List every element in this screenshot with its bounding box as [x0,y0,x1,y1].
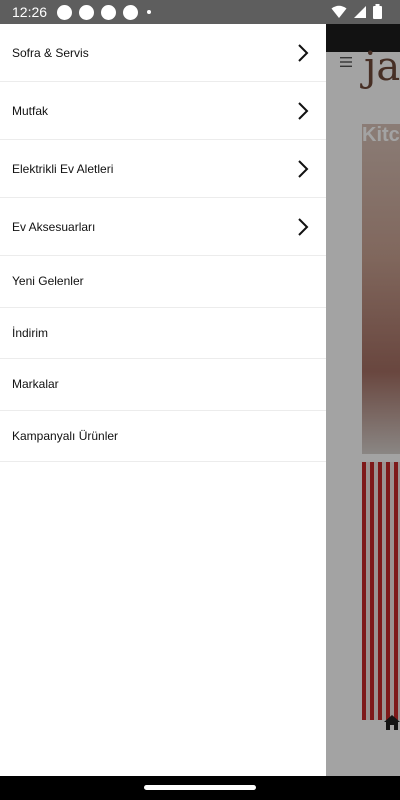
gesture-handle[interactable] [144,785,256,790]
menu-item-elektrikli-ev-aletleri[interactable]: Elektrikli Ev Aletleri [0,140,326,198]
wifi-icon [331,5,347,18]
menu-item-label: Kampanyalı Ürünler [12,428,119,443]
chevron-right-icon [298,43,309,62]
menu-item-indirim[interactable]: İndirim [0,308,326,359]
chevron-right-icon [298,159,309,178]
menu-item-label: İndirim [12,325,49,340]
navigation-drawer: Sofra & Servis Mutfak Elektrikli Ev Alet… [0,24,326,776]
battery-icon [373,4,382,19]
menu-item-label: Elektrikli Ev Aletleri [12,161,114,176]
notification-dot-icon [57,4,73,20]
menu-item-label: Markalar [12,377,59,392]
menu-item-yeni-gelenler[interactable]: Yeni Gelenler [0,256,326,308]
menu-item-mutfak[interactable]: Mutfak [0,82,326,140]
small-dot-icon [147,10,152,14]
menu-item-sofra-servis[interactable]: Sofra & Servis [0,24,326,82]
menu-item-ev-aksesuarlari[interactable]: Ev Aksesuarları [0,198,326,256]
notification-dot-icon [101,4,117,20]
chevron-right-icon [298,217,309,236]
notification-dot-icon [123,4,139,20]
status-bar: 12:26 [0,0,400,24]
chevron-right-icon [298,101,309,120]
menu-item-label: Ev Aksesuarları [12,219,96,234]
status-time: 12:26 [12,4,48,20]
menu-item-label: Sofra & Servis [12,45,89,60]
signal-icon [354,5,366,18]
menu-item-label: Mutfak [12,103,49,118]
menu-item-kampanyali-urunler[interactable]: Kampanyalı Ürünler [0,411,326,462]
status-icons [331,4,382,19]
menu-item-label: Yeni Gelenler [12,274,84,289]
notification-dot-icon [79,4,95,20]
system-navigation-bar [0,776,400,800]
menu-item-markalar[interactable]: Markalar [0,359,326,411]
